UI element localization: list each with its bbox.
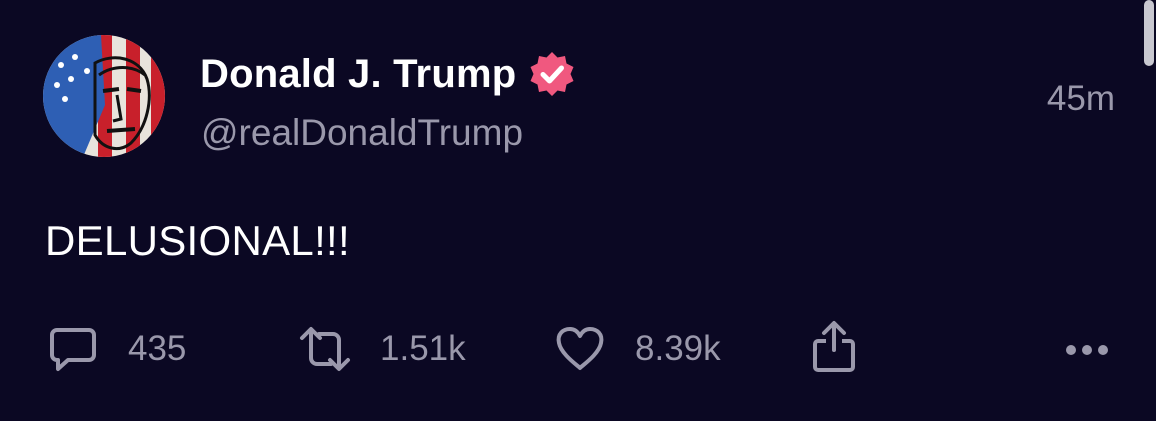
repost-button[interactable]: 1.51k — [298, 324, 466, 374]
reply-button[interactable]: 435 — [48, 324, 186, 374]
scrollbar[interactable] — [1144, 0, 1154, 66]
verified-badge-icon — [530, 52, 574, 96]
avatar[interactable] — [43, 35, 165, 157]
reply-count: 435 — [128, 329, 187, 368]
post-text: DELUSIONAL!!! — [45, 217, 350, 264]
post-timestamp[interactable]: 45m — [1047, 79, 1115, 119]
share-button[interactable] — [811, 321, 857, 372]
like-button[interactable]: 8.39k — [555, 324, 721, 374]
avatar-image — [43, 35, 165, 157]
repost-icon — [300, 327, 350, 371]
more-options-button[interactable] — [1064, 324, 1110, 374]
post-card: Donald J. Trump @realDonaldTrump 45m DEL… — [0, 0, 1156, 421]
more-options-icon — [1066, 345, 1108, 355]
like-count: 8.39k — [635, 329, 721, 368]
share-icon — [813, 321, 855, 372]
author-name-row: Donald J. Trump — [200, 50, 576, 98]
reply-icon — [50, 328, 96, 371]
author-display-name[interactable]: Donald J. Trump — [200, 52, 516, 97]
author-handle[interactable]: @realDonaldTrump — [201, 112, 523, 154]
repost-count: 1.51k — [380, 329, 466, 368]
like-icon — [556, 327, 604, 370]
